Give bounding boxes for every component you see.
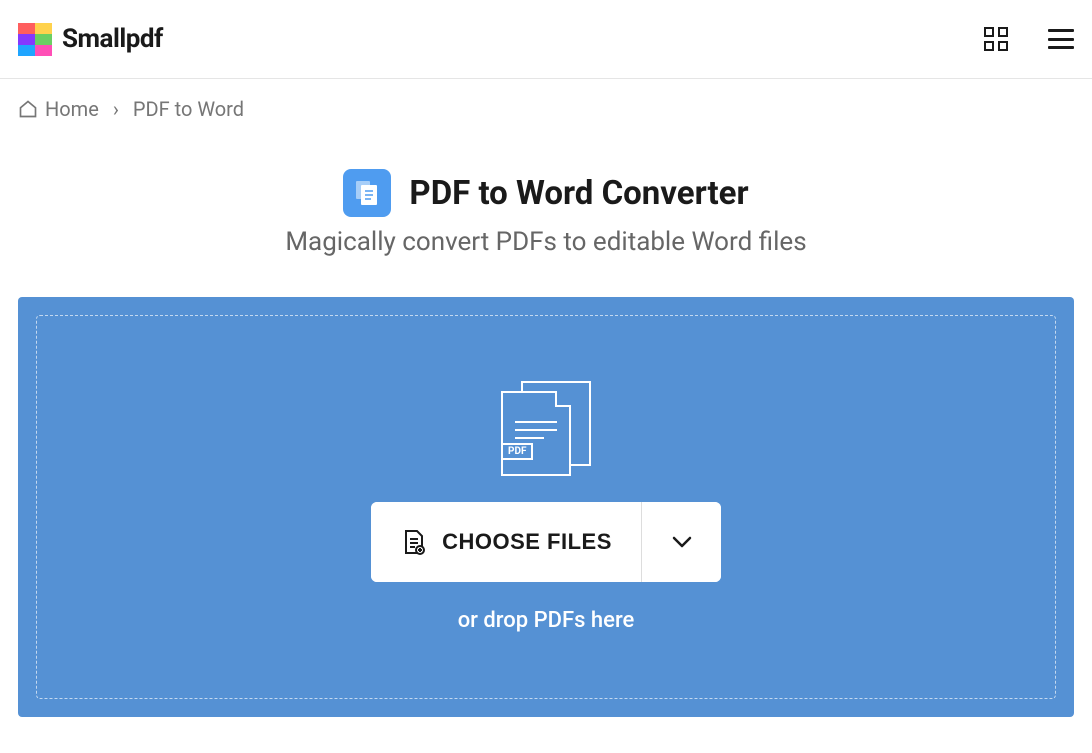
choose-files-group: CHOOSE FILES xyxy=(371,502,721,582)
apps-grid-icon[interactable] xyxy=(984,27,1008,51)
brand-name: Smallpdf xyxy=(62,24,163,54)
page-heading: PDF to Word Converter Magically convert … xyxy=(0,169,1092,257)
file-dropzone[interactable]: PDF CHOOSE FILES xyxy=(18,297,1074,717)
breadcrumb: Home › PDF to Word xyxy=(0,79,1092,121)
file-add-icon xyxy=(400,528,428,556)
choose-files-label: CHOOSE FILES xyxy=(442,529,612,555)
pdf-to-word-icon xyxy=(343,169,391,217)
breadcrumb-separator: › xyxy=(113,97,119,121)
choose-files-button[interactable]: CHOOSE FILES xyxy=(371,502,641,582)
drop-hint: or drop PDFs here xyxy=(458,608,635,633)
chevron-down-icon xyxy=(672,536,692,548)
page-subtitle: Magically convert PDFs to editable Word … xyxy=(0,227,1092,257)
dropzone-inner: PDF CHOOSE FILES xyxy=(36,315,1056,699)
site-header: Smallpdf xyxy=(0,0,1092,79)
brand-logo[interactable]: Smallpdf xyxy=(18,23,163,56)
breadcrumb-current: PDF to Word xyxy=(133,97,244,121)
pdf-stack-icon: PDF xyxy=(501,381,591,476)
header-actions xyxy=(984,27,1074,51)
page-title: PDF to Word Converter xyxy=(409,174,748,213)
home-icon xyxy=(18,99,38,119)
hamburger-menu-icon[interactable] xyxy=(1048,29,1074,49)
breadcrumb-home[interactable]: Home xyxy=(18,97,99,121)
logo-mark-icon xyxy=(18,23,52,56)
choose-files-dropdown[interactable] xyxy=(641,502,721,582)
breadcrumb-home-label: Home xyxy=(45,97,99,121)
pdf-badge: PDF xyxy=(501,443,533,460)
